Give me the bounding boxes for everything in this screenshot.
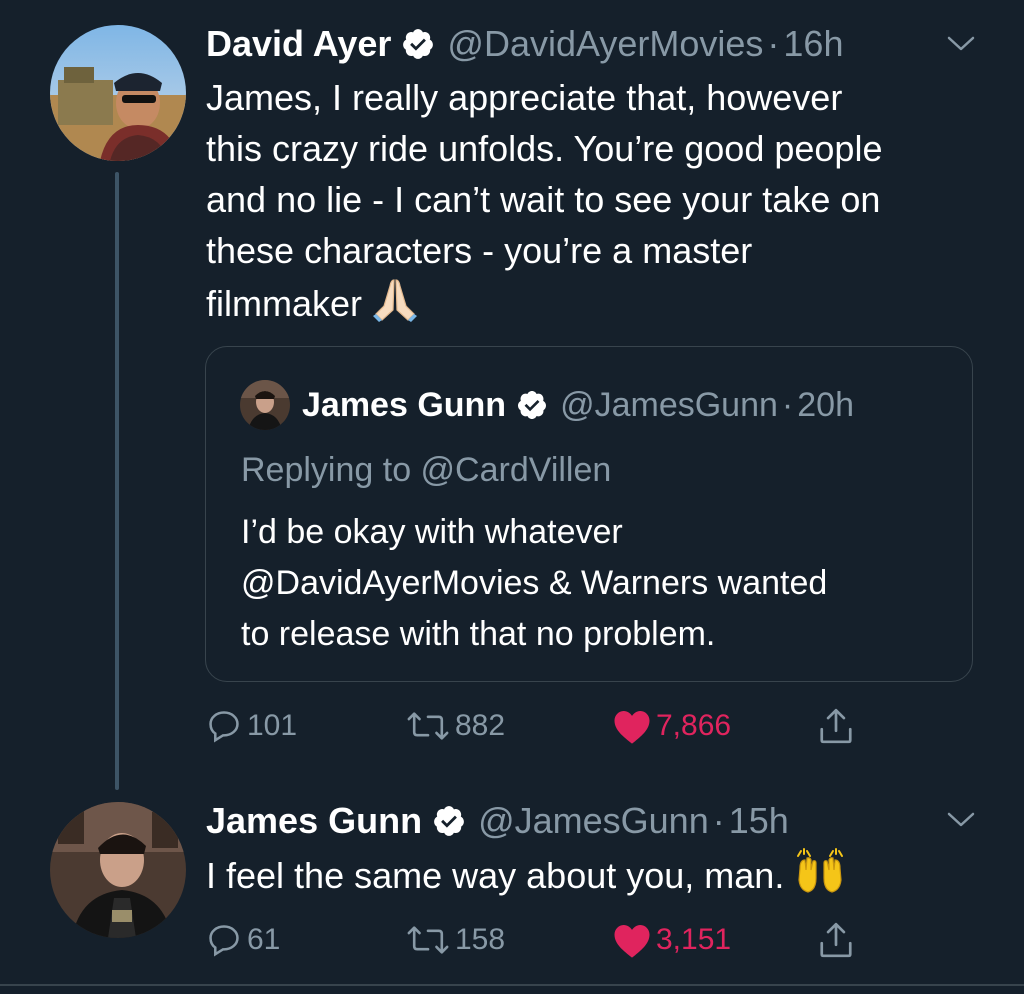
tweet-actions: 101 882 7,866 xyxy=(205,700,865,750)
retweet-count: 882 xyxy=(455,709,506,742)
reply-count: 101 xyxy=(247,709,298,742)
tweet-text: James, I really appreciate that, however… xyxy=(206,72,996,335)
share-icon xyxy=(820,708,852,744)
separator-dot: · xyxy=(712,800,725,841)
like-button[interactable]: 3,151 xyxy=(612,921,731,959)
folded-hands-emoji xyxy=(372,276,418,335)
verified-badge-icon xyxy=(516,389,548,421)
separator-dot: · xyxy=(767,23,780,64)
tweet-header: James Gunn @JamesGunn · 15h xyxy=(206,803,789,839)
avatar-james-gunn[interactable] xyxy=(50,802,186,938)
quoted-tweet-header: James Gunn @JamesGunn · 20h xyxy=(302,388,854,422)
reply-icon xyxy=(209,925,239,957)
tweet-actions: 61 158 3,151 xyxy=(205,914,865,964)
replying-to-label[interactable]: Replying to @CardVillen xyxy=(241,451,611,490)
avatar-david-ayer[interactable] xyxy=(50,25,186,161)
reply-button[interactable]: 61 xyxy=(205,921,280,959)
raising-hands-emoji xyxy=(794,848,846,907)
reply-icon xyxy=(209,711,239,743)
author-name[interactable]: David Ayer xyxy=(206,26,391,62)
reply-button[interactable]: 101 xyxy=(205,707,297,745)
retweet-button[interactable]: 158 xyxy=(405,921,505,959)
tweet-text: I feel the same way about you, man. xyxy=(206,848,996,907)
author-handle[interactable]: @JamesGunn xyxy=(478,803,709,839)
chevron-down-icon[interactable] xyxy=(946,34,976,59)
quoted-tweet-text: I’d be okay with whatever @DavidAyerMovi… xyxy=(241,513,828,653)
author-name[interactable]: James Gunn xyxy=(206,803,422,839)
quoted-tweet-timestamp[interactable]: 20h xyxy=(797,388,854,422)
share-icon xyxy=(820,922,852,958)
like-count: 7,866 xyxy=(656,709,732,742)
thread-connector-line xyxy=(115,172,119,790)
like-count: 3,151 xyxy=(656,923,732,956)
like-button[interactable]: 7,866 xyxy=(612,707,731,745)
separator-dot: · xyxy=(781,386,794,424)
verified-badge-icon xyxy=(432,804,466,838)
timeline-divider xyxy=(0,984,1024,986)
verified-badge-icon xyxy=(401,27,435,61)
heart-icon xyxy=(614,711,650,744)
tweet-text-content: James, I really appreciate that, however… xyxy=(206,77,883,324)
retweet-icon xyxy=(407,926,449,954)
share-button[interactable] xyxy=(817,705,859,747)
tweet-text-content: I feel the same way about you, man. xyxy=(206,855,785,896)
chevron-down-icon[interactable] xyxy=(946,810,976,835)
share-button[interactable] xyxy=(817,919,859,961)
avatar-james-gunn-small[interactable] xyxy=(240,380,290,430)
retweet-button[interactable]: 882 xyxy=(405,707,505,745)
tweet-header: David Ayer @DavidAyerMovies · 16h xyxy=(206,26,843,62)
author-handle[interactable]: @DavidAyerMovies xyxy=(447,26,763,62)
quoted-tweet-card[interactable]: James Gunn @JamesGunn · 20h Replying to … xyxy=(205,346,973,682)
heart-icon xyxy=(614,925,650,958)
retweet-icon xyxy=(407,712,449,740)
tweet-timestamp[interactable]: 15h xyxy=(729,803,789,839)
retweet-count: 158 xyxy=(455,923,506,956)
quoted-author-handle[interactable]: @JamesGunn xyxy=(560,388,778,422)
reply-count: 61 xyxy=(247,923,281,956)
quoted-author-name[interactable]: James Gunn xyxy=(302,388,506,422)
tweet-timestamp[interactable]: 16h xyxy=(783,26,843,62)
